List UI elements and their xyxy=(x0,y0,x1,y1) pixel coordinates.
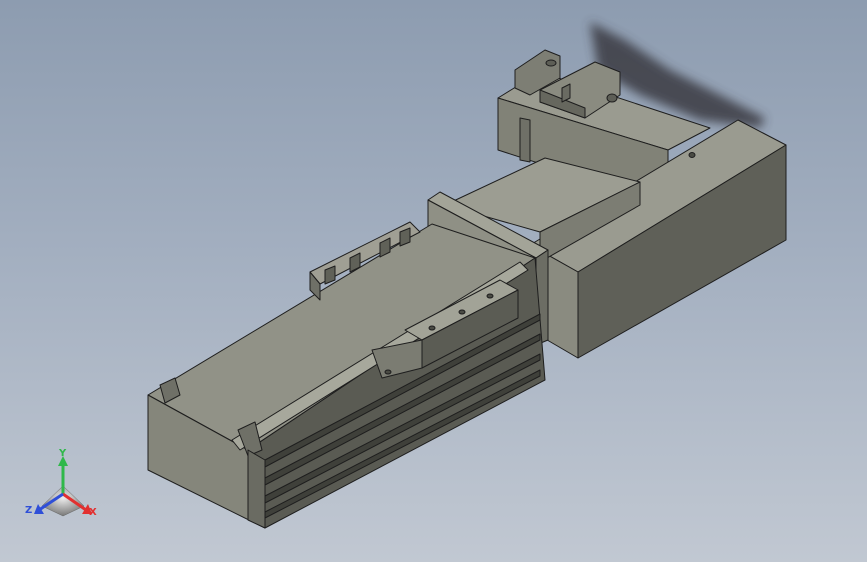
y-axis-label: Y xyxy=(58,448,67,459)
x-axis-label: X xyxy=(89,507,97,518)
view-orientation-triad[interactable]: Y X Z xyxy=(22,448,104,528)
housing-screw xyxy=(688,152,696,158)
graphics-viewport[interactable]: Y X Z xyxy=(0,0,867,562)
z-axis-label: Z xyxy=(25,505,32,516)
3d-model-linear-actuator[interactable] xyxy=(0,0,867,562)
